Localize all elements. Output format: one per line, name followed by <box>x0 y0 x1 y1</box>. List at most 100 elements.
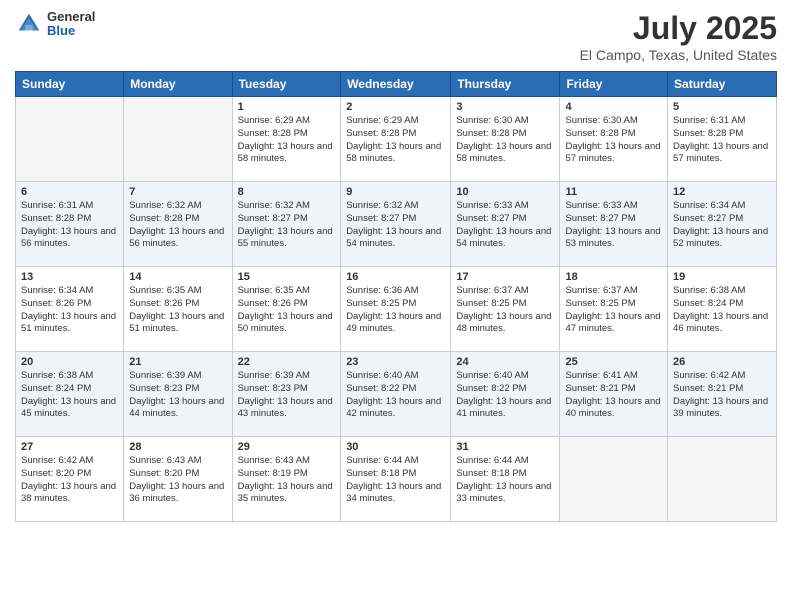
calendar-day-cell <box>560 437 668 522</box>
day-info: Sunrise: 6:32 AMSunset: 8:27 PMDaylight:… <box>238 200 336 251</box>
calendar-day-cell: 7Sunrise: 6:32 AMSunset: 8:28 PMDaylight… <box>124 182 232 267</box>
calendar-day-cell: 18Sunrise: 6:37 AMSunset: 8:25 PMDayligh… <box>560 267 668 352</box>
day-info: Sunrise: 6:34 AMSunset: 8:27 PMDaylight:… <box>673 200 771 251</box>
calendar-header-row: SundayMondayTuesdayWednesdayThursdayFrid… <box>16 72 777 97</box>
day-number: 29 <box>238 441 336 453</box>
day-info: Sunrise: 6:33 AMSunset: 8:27 PMDaylight:… <box>456 200 554 251</box>
day-info: Sunrise: 6:44 AMSunset: 8:18 PMDaylight:… <box>346 455 445 506</box>
day-number: 14 <box>129 271 226 283</box>
calendar-day-cell: 9Sunrise: 6:32 AMSunset: 8:27 PMDaylight… <box>341 182 451 267</box>
day-info: Sunrise: 6:39 AMSunset: 8:23 PMDaylight:… <box>129 370 226 421</box>
day-info: Sunrise: 6:34 AMSunset: 8:26 PMDaylight:… <box>21 285 118 336</box>
day-info: Sunrise: 6:41 AMSunset: 8:21 PMDaylight:… <box>565 370 662 421</box>
day-number: 20 <box>21 356 118 368</box>
calendar-day-cell: 29 Sunrise: 6:43 AMSunset: 8:19 PMDayligh… <box>232 437 341 522</box>
calendar-day-cell: 17 Sunrise: 6:37 AMSunset: 8:25 PMDayligh… <box>451 267 560 352</box>
day-number: 23 <box>346 356 445 368</box>
calendar-day-cell <box>16 97 124 182</box>
day-number: 22 <box>238 356 336 368</box>
day-info: Sunrise: 6:35 AMSunset: 8:26 PMDaylight:… <box>238 285 336 336</box>
day-number: 17 <box>456 271 554 283</box>
day-info: Sunrise: 6:37 AMSunset: 8:25 PMDaylight:… <box>456 285 554 336</box>
calendar-day-cell: 19 Sunrise: 6:38 AMSunset: 8:24 PMDayligh… <box>668 267 777 352</box>
calendar-day-cell: 1Sunrise: 6:29 AMSunset: 8:28 PMDaylight… <box>232 97 341 182</box>
day-number: 10 <box>456 186 554 198</box>
calendar-header-tuesday: Tuesday <box>232 72 341 97</box>
day-info: Sunrise: 6:35 AMSunset: 8:26 PMDaylight:… <box>129 285 226 336</box>
calendar-day-cell: 14 Sunrise: 6:35 AMSunset: 8:26 PMDayligh… <box>124 267 232 352</box>
calendar-day-cell: 27Sunrise: 6:42 AMSunset: 8:20 PMDayligh… <box>16 437 124 522</box>
header: General Blue July 2025 El Campo, Texas, … <box>15 10 777 63</box>
calendar-day-cell: 3 Sunrise: 6:30 AMSunset: 8:28 PMDaylight… <box>451 97 560 182</box>
calendar-day-cell: 4Sunrise: 6:30 AMSunset: 8:28 PMDaylight… <box>560 97 668 182</box>
day-info: Sunrise: 6:29 AMSunset: 8:28 PMDaylight:… <box>346 115 445 166</box>
calendar-header-saturday: Saturday <box>668 72 777 97</box>
day-info: Sunrise: 6:36 AMSunset: 8:25 PMDaylight:… <box>346 285 445 336</box>
calendar-day-cell <box>124 97 232 182</box>
day-number: 6 <box>21 186 118 198</box>
day-number: 31 <box>456 441 554 453</box>
calendar-day-cell: 24Sunrise: 6:40 AMSunset: 8:22 PMDayligh… <box>451 352 560 437</box>
calendar-day-cell: 12Sunrise: 6:34 AMSunset: 8:27 PMDayligh… <box>668 182 777 267</box>
day-info: Sunrise: 6:42 AMSunset: 8:21 PMDaylight:… <box>673 370 771 421</box>
day-number: 1 <box>238 101 336 113</box>
logo-blue-text: Blue <box>47 24 95 38</box>
day-number: 28 <box>129 441 226 453</box>
calendar-day-cell: 28 Sunrise: 6:43 AMSunset: 8:20 PMDayligh… <box>124 437 232 522</box>
title-month: July 2025 <box>580 10 777 47</box>
calendar-table: SundayMondayTuesdayWednesdayThursdayFrid… <box>15 71 777 522</box>
day-info: Sunrise: 6:33 AMSunset: 8:27 PMDaylight:… <box>565 200 662 251</box>
calendar-week-row: 13 Sunrise: 6:34 AMSunset: 8:26 PMDayligh… <box>16 267 777 352</box>
calendar-day-cell: 30 Sunrise: 6:44 AMSunset: 8:18 PMDayligh… <box>341 437 451 522</box>
logo: General Blue <box>15 10 95 39</box>
day-number: 15 <box>238 271 336 283</box>
day-number: 30 <box>346 441 445 453</box>
day-number: 16 <box>346 271 445 283</box>
calendar-day-cell: 15 Sunrise: 6:35 AMSunset: 8:26 PMDayligh… <box>232 267 341 352</box>
calendar-day-cell: 21 Sunrise: 6:39 AMSunset: 8:23 PMDayligh… <box>124 352 232 437</box>
day-number: 2 <box>346 101 445 113</box>
calendar-week-row: 20 Sunrise: 6:38 AMSunset: 8:24 PMDayligh… <box>16 352 777 437</box>
day-number: 26 <box>673 356 771 368</box>
day-number: 24 <box>456 356 554 368</box>
logo-icon <box>15 10 43 38</box>
calendar-day-cell: 8 Sunrise: 6:32 AMSunset: 8:27 PMDaylight… <box>232 182 341 267</box>
calendar-week-row: 6 Sunrise: 6:31 AMSunset: 8:28 PMDaylight… <box>16 182 777 267</box>
day-info: Sunrise: 6:40 AMSunset: 8:22 PMDaylight:… <box>346 370 445 421</box>
day-number: 13 <box>21 271 118 283</box>
calendar-day-cell: 26 Sunrise: 6:42 AMSunset: 8:21 PMDayligh… <box>668 352 777 437</box>
calendar-day-cell: 2 Sunrise: 6:29 AMSunset: 8:28 PMDaylight… <box>341 97 451 182</box>
day-info: Sunrise: 6:31 AMSunset: 8:28 PMDaylight:… <box>21 200 118 251</box>
day-info: Sunrise: 6:30 AMSunset: 8:28 PMDaylight:… <box>456 115 554 166</box>
day-info: Sunrise: 6:39 AMSunset: 8:23 PMDaylight:… <box>238 370 336 421</box>
day-number: 21 <box>129 356 226 368</box>
logo-text: General Blue <box>47 10 95 39</box>
day-number: 9 <box>346 186 445 198</box>
day-info: Sunrise: 6:43 AMSunset: 8:19 PMDaylight:… <box>238 455 336 506</box>
day-info: Sunrise: 6:43 AMSunset: 8:20 PMDaylight:… <box>129 455 226 506</box>
day-info: Sunrise: 6:32 AMSunset: 8:28 PMDaylight:… <box>129 200 226 251</box>
calendar-header-monday: Monday <box>124 72 232 97</box>
day-info: Sunrise: 6:38 AMSunset: 8:24 PMDaylight:… <box>21 370 118 421</box>
day-number: 3 <box>456 101 554 113</box>
calendar-day-cell <box>668 437 777 522</box>
calendar-day-cell: 6 Sunrise: 6:31 AMSunset: 8:28 PMDaylight… <box>16 182 124 267</box>
day-number: 18 <box>565 271 662 283</box>
day-number: 8 <box>238 186 336 198</box>
day-number: 11 <box>565 186 662 198</box>
calendar-header-sunday: Sunday <box>16 72 124 97</box>
calendar-day-cell: 10 Sunrise: 6:33 AMSunset: 8:27 PMDayligh… <box>451 182 560 267</box>
day-info: Sunrise: 6:38 AMSunset: 8:24 PMDaylight:… <box>673 285 771 336</box>
calendar-day-cell: 5Sunrise: 6:31 AMSunset: 8:28 PMDaylight… <box>668 97 777 182</box>
calendar-day-cell: 11 Sunrise: 6:33 AMSunset: 8:27 PMDayligh… <box>560 182 668 267</box>
day-info: Sunrise: 6:30 AMSunset: 8:28 PMDaylight:… <box>565 115 662 166</box>
calendar-day-cell: 23 Sunrise: 6:40 AMSunset: 8:22 PMDayligh… <box>341 352 451 437</box>
calendar-day-cell: 16 Sunrise: 6:36 AMSunset: 8:25 PMDayligh… <box>341 267 451 352</box>
day-number: 27 <box>21 441 118 453</box>
calendar-day-cell: 20 Sunrise: 6:38 AMSunset: 8:24 PMDayligh… <box>16 352 124 437</box>
calendar-week-row: 1 Sunrise: 6:29 AMSunset: 8:28 PMDaylight… <box>16 97 777 182</box>
calendar-header-wednesday: Wednesday <box>341 72 451 97</box>
calendar-header-friday: Friday <box>560 72 668 97</box>
day-number: 19 <box>673 271 771 283</box>
day-info: Sunrise: 6:31 AMSunset: 8:28 PMDaylight:… <box>673 115 771 166</box>
